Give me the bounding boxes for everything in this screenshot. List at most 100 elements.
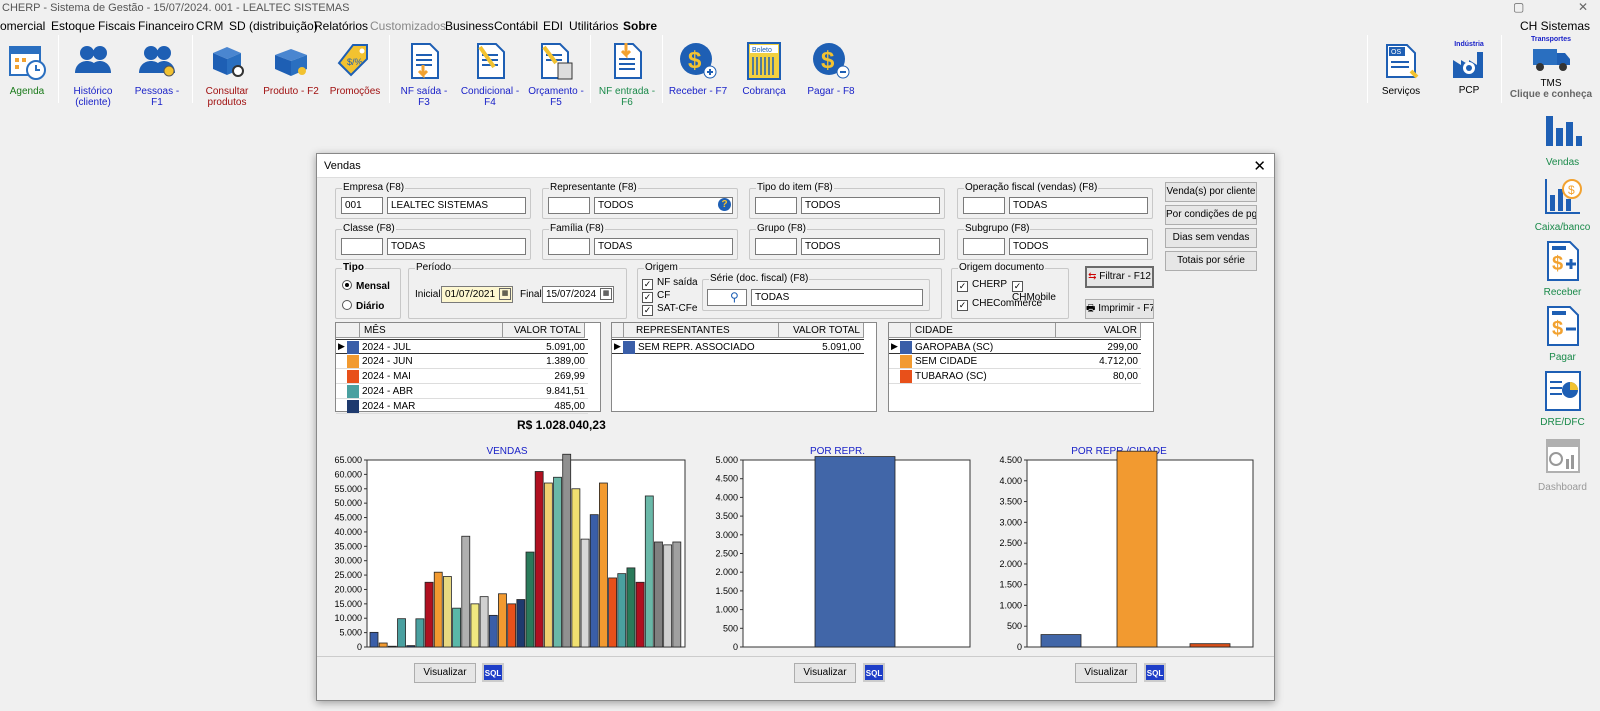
minimize-icon[interactable]: ▢	[1513, 0, 1524, 14]
table-row[interactable]: ▶ SEM REPR. ASSOCIADO 5.091,00	[612, 339, 864, 354]
tipoitem-name-input[interactable]: TODOS	[801, 197, 940, 214]
representantes-grid[interactable]: REPRESENTANTES VALOR TOTAL ▶ SEM REPR. AS…	[611, 322, 877, 412]
visualizar-button-3[interactable]: Visualizar	[1075, 663, 1137, 683]
servicos-button[interactable]: OS Serviços	[1372, 35, 1430, 103]
inicial-date-input[interactable]: 01/07/2021 ▦	[441, 286, 513, 303]
checommerce-checkbox[interactable]: ✓ CHECommerce	[957, 298, 1042, 311]
table-row[interactable]: 2024 - JUN 1.389,00	[336, 354, 588, 369]
menu-relatorios[interactable]: Relatórios	[314, 19, 368, 33]
sidebar-dre[interactable]: DRE/DFC	[1525, 370, 1600, 428]
cid-valor-column-header[interactable]: VALOR	[1056, 323, 1141, 338]
serie-name-input[interactable]: TODAS	[751, 289, 923, 306]
agenda-button[interactable]: Agenda	[0, 35, 54, 103]
classe-name-input[interactable]: TODAS	[387, 238, 526, 255]
menu-comercial[interactable]: omercial	[0, 19, 45, 33]
menu-sd[interactable]: SD (distribuição)	[229, 19, 318, 33]
table-row[interactable]: TUBARAO (SC) 80,00	[889, 369, 1141, 384]
imprimir-button[interactable]: 🖶 Imprimir - F7	[1085, 299, 1154, 319]
search-icon[interactable]: ⚲	[730, 290, 739, 304]
operacao-code-input[interactable]	[963, 197, 1005, 214]
nf-entrada-button[interactable]: NF entrada - F6	[594, 35, 660, 108]
condicional-button[interactable]: Condicional - F4	[457, 35, 523, 108]
nf-saida-checkbox[interactable]: ✓ NF saída	[642, 277, 698, 290]
visualizar-button-2[interactable]: Visualizar	[794, 663, 856, 683]
familia-code-input[interactable]	[548, 238, 590, 255]
tipoitem-code-input[interactable]	[755, 197, 797, 214]
table-row[interactable]: 2024 - MAR 485,00	[336, 399, 588, 414]
pagar-button[interactable]: $ Pagar - F8	[800, 35, 862, 103]
table-row[interactable]: 2024 - ABR 9.841,51	[336, 384, 588, 399]
cidade-grid[interactable]: CIDADE VALOR ▶ GAROPABA (SC) 299,00 SEM CID…	[888, 322, 1154, 412]
cobranca-button[interactable]: Boleto Cobrança	[733, 35, 795, 103]
dias-sem-vendas-button[interactable]: Dias sem vendas	[1165, 228, 1257, 248]
subgrupo-name-input[interactable]: TODOS	[1009, 238, 1148, 255]
cidade-column-header[interactable]: CIDADE	[911, 323, 1056, 338]
operacao-name-input[interactable]: TODAS	[1009, 197, 1148, 214]
classe-code-input[interactable]	[341, 238, 383, 255]
sql-button-2[interactable]: SQL	[863, 663, 885, 682]
visualizar-button-1[interactable]: Visualizar	[414, 663, 476, 683]
empresa-code-input[interactable]: 001	[341, 197, 383, 214]
clique-conheca-link[interactable]: Clique e conheça	[1505, 89, 1597, 100]
orcamento-button[interactable]: Orçamento - F5	[525, 35, 587, 108]
menu-financeiro[interactable]: Financeiro	[138, 19, 194, 33]
por-condicoes-button[interactable]: Por condições de pgto	[1165, 205, 1257, 225]
mes-grid[interactable]: MÊS VALOR TOTAL ▶ 2024 - JUL 5.091,00 2024 …	[335, 322, 601, 414]
close-icon[interactable]: ✕	[1578, 0, 1588, 14]
sidebar-pagar[interactable]: $ Pagar	[1525, 305, 1600, 363]
menu-edi[interactable]: EDI	[543, 19, 563, 33]
promocoes-button[interactable]: $/% Promoções	[326, 35, 384, 103]
close-icon[interactable]: ✕	[1253, 157, 1266, 175]
serie-code-input[interactable]: ⚲	[707, 289, 747, 306]
sidebar-vendas[interactable]: Vendas	[1525, 110, 1600, 168]
pessoas-button[interactable]: Pessoas - F1	[128, 35, 186, 108]
final-date-input[interactable]: 15/07/2024 ▦	[542, 286, 614, 303]
sidebar-caixa[interactable]: $ Caixa/banco	[1525, 175, 1600, 233]
cherp-checkbox[interactable]: ✓ CHERP	[957, 279, 1007, 292]
rep-valor-column-header[interactable]: VALOR TOTAL	[779, 323, 864, 338]
menu-contabil[interactable]: Contábil	[494, 19, 538, 33]
table-row[interactable]: ▶ GAROPABA (SC) 299,00	[889, 339, 1141, 354]
familia-name-input[interactable]: TODAS	[594, 238, 733, 255]
tms-button[interactable]: Transportes TMS Clique e conheça	[1505, 35, 1597, 103]
sql-button-3[interactable]: SQL	[1144, 663, 1166, 682]
mensal-radio[interactable]: Mensal	[342, 280, 390, 292]
mes-column-header[interactable]: MÊS	[360, 323, 503, 338]
table-row[interactable]: ▶ 2024 - JUL 5.091,00	[336, 339, 588, 354]
totais-por-serie-button[interactable]: Totais por série	[1165, 251, 1257, 271]
representantes-column-header[interactable]: REPRESENTANTES	[624, 323, 779, 338]
menu-estoque[interactable]: Estoque	[51, 19, 95, 33]
receber-button[interactable]: $ Receber - F7	[667, 35, 729, 103]
grupo-code-input[interactable]	[755, 238, 797, 255]
filtrar-button[interactable]: ⇆ Filtrar - F12	[1085, 266, 1154, 288]
table-row[interactable]: SEM CIDADE 4.712,00	[889, 354, 1141, 369]
representante-name-input[interactable]: TODOS	[594, 197, 733, 214]
cf-checkbox[interactable]: ✓ CF	[642, 290, 670, 303]
sql-button-1[interactable]: SQL	[482, 663, 504, 682]
nf-saida-button[interactable]: NF saída - F3	[394, 35, 454, 108]
historico-button[interactable]: Histórico (cliente)	[63, 35, 123, 108]
vendas-por-cliente-button[interactable]: Venda(s) por cliente	[1165, 182, 1257, 202]
calendar-picker-icon[interactable]: ▦	[499, 288, 511, 300]
empresa-name-input[interactable]: LEALTEC SISTEMAS	[387, 197, 526, 214]
menu-crm[interactable]: CRM	[196, 19, 223, 33]
menu-business[interactable]: Business	[445, 19, 494, 33]
diario-radio[interactable]: Diário	[342, 300, 384, 312]
help-icon[interactable]: ?	[718, 198, 731, 211]
sidebar-receber[interactable]: $ Receber	[1525, 240, 1600, 298]
table-row[interactable]: 2024 - MAI 269,99	[336, 369, 588, 384]
sidebar-dashboard[interactable]: Dashboard	[1525, 435, 1600, 493]
calendar-picker-icon[interactable]: ▦	[600, 288, 612, 300]
produto-button[interactable]: Produto - F2	[262, 35, 320, 103]
sat-cfe-checkbox[interactable]: ✓ SAT-CFe	[642, 303, 697, 316]
consultar-produtos-button[interactable]: Consultar produtos	[198, 35, 256, 108]
menu-sobre[interactable]: Sobre	[623, 19, 657, 33]
menu-fiscais[interactable]: Fiscais	[98, 19, 135, 33]
grupo-name-input[interactable]: TODOS	[801, 238, 940, 255]
valor-column-header[interactable]: VALOR TOTAL	[503, 323, 585, 338]
menu-utilitarios[interactable]: Utilitários	[569, 19, 618, 33]
representante-code-input[interactable]	[548, 197, 590, 214]
subgrupo-code-input[interactable]	[963, 238, 1005, 255]
pcp-button[interactable]: Indústria PCP	[1440, 35, 1498, 103]
menu-customizados[interactable]: Customizados	[370, 19, 446, 33]
